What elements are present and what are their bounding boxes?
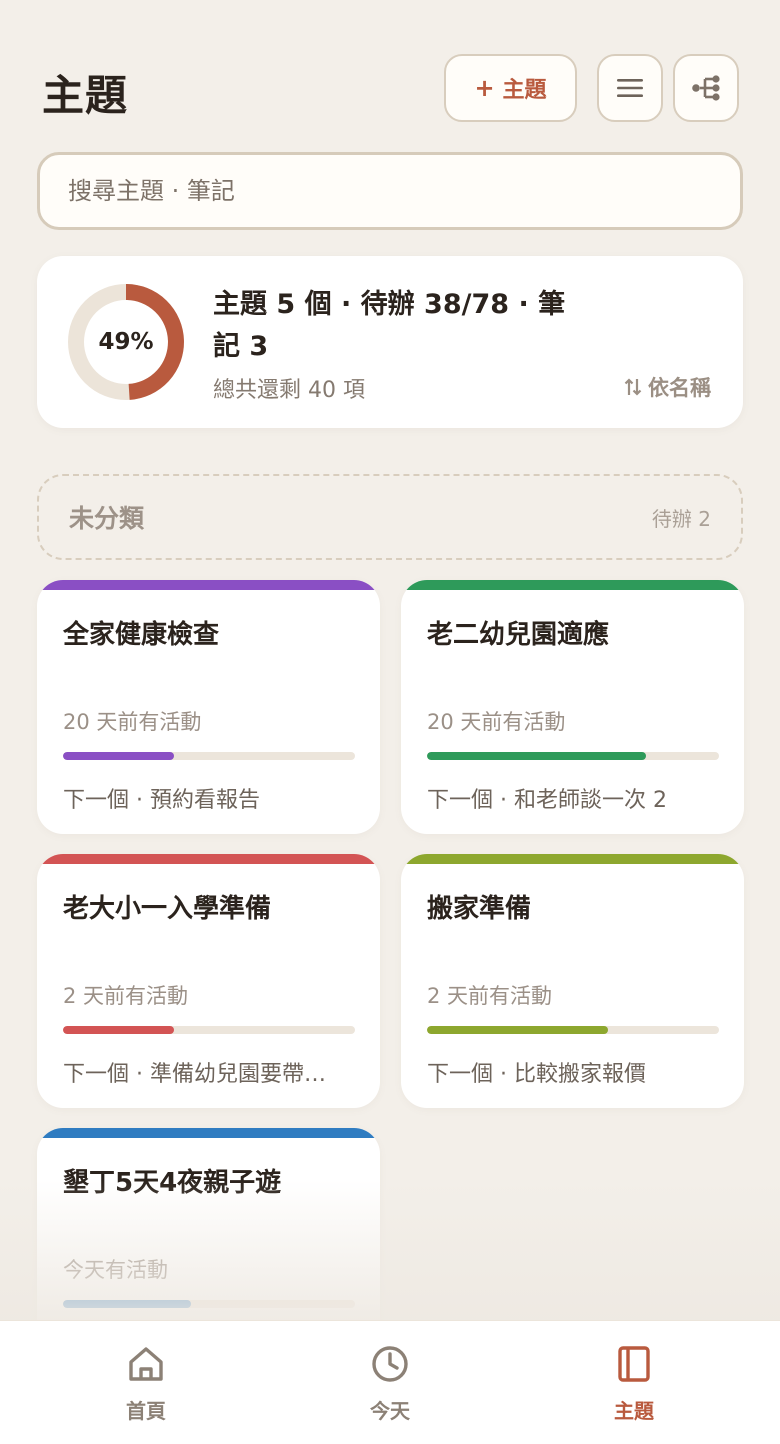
summary-card: 49% 主題 5 個 · 待辦 38/78 · 筆記 3 總共還剩 40 項 依… <box>37 256 743 428</box>
nav-item-today[interactable]: 今天 <box>330 1343 450 1433</box>
topic-next-task: 下一個 · 和老師談一次 2 <box>427 788 667 813</box>
topic-title: 老二幼兒園適應 <box>427 620 610 650</box>
topic-color-bar <box>37 854 380 864</box>
topic-activity: 2 天前有活動 <box>63 984 189 1008</box>
topic-next-task: 下一個 · 比較搬家報價 <box>427 1062 646 1087</box>
summary-stats: 主題 5 個 · 待辦 38/78 · 筆記 3 <box>213 289 566 362</box>
sort-label: 依名稱 <box>648 376 711 400</box>
clock-icon <box>372 1346 408 1382</box>
topic-progress-track <box>427 1026 719 1034</box>
topic-card[interactable]: 搬家準備 2 天前有活動 下一個 · 比較搬家報價 <box>401 854 744 1108</box>
topic-activity: 20 天前有活動 <box>427 710 566 734</box>
list-view-button[interactable] <box>597 54 663 122</box>
tree-view-button[interactable] <box>673 54 739 122</box>
topic-card[interactable]: 老二幼兒園適應 20 天前有活動 下一個 · 和老師談一次 2 <box>401 580 744 834</box>
topic-next-task: 下一個 · 預約看報告 <box>63 788 260 813</box>
search-bar[interactable] <box>37 152 743 230</box>
home-icon <box>129 1347 163 1381</box>
topic-activity: 20 天前有活動 <box>63 710 202 734</box>
search-input[interactable] <box>68 177 712 205</box>
bottom-nav: 首頁 今天 主題 <box>0 1320 780 1444</box>
topic-color-bar <box>37 580 380 590</box>
nav-label-today: 今天 <box>370 1399 410 1423</box>
notebook-icon <box>618 1346 650 1382</box>
topic-progress-track <box>63 752 355 760</box>
sort-button[interactable]: 依名稱 <box>624 372 711 402</box>
topic-color-bar <box>401 854 744 864</box>
uncategorized-section[interactable]: 未分類 待辦 2 <box>37 474 743 560</box>
header: 主題 + 主題 <box>0 0 780 140</box>
tree-icon <box>692 75 720 101</box>
nav-item-home[interactable]: 首頁 <box>86 1343 206 1433</box>
topic-card[interactable]: 老大小一入學準備 2 天前有活動 下一個 · 準備幼兒園要帶… <box>37 854 380 1108</box>
topic-activity: 今天有活動 <box>63 1258 168 1282</box>
topic-activity: 2 天前有活動 <box>427 984 553 1008</box>
topic-progress-fill <box>427 1026 609 1034</box>
menu-icon <box>617 79 643 97</box>
add-topic-button[interactable]: + 主題 <box>444 54 577 122</box>
page-title: 主題 <box>42 71 129 120</box>
add-topic-label: 主題 <box>502 78 547 103</box>
topic-title: 搬家準備 <box>427 894 532 924</box>
topic-color-bar <box>401 580 744 590</box>
topic-progress-track <box>427 752 719 760</box>
uncategorized-count: 待辦 2 <box>651 506 711 531</box>
nav-item-topics[interactable]: 主題 <box>574 1343 694 1433</box>
topic-progress-fill <box>63 1300 192 1308</box>
progress-percent: 49% <box>98 329 154 355</box>
topic-title: 墾丁5天4夜親子遊 <box>63 1168 282 1198</box>
sort-icon <box>624 378 642 396</box>
topic-progress-fill <box>427 752 646 760</box>
topic-next-task: 下一個 · 準備幼兒園要帶… <box>63 1062 326 1087</box>
nav-label-home: 首頁 <box>126 1399 166 1423</box>
topic-progress-track <box>63 1026 355 1034</box>
topic-card[interactable]: 全家健康檢查 20 天前有活動 下一個 · 預約看報告 <box>37 580 380 834</box>
topic-color-bar <box>37 1128 380 1138</box>
uncategorized-title: 未分類 <box>69 504 145 533</box>
plus-icon: + <box>474 74 495 102</box>
topic-title: 全家健康檢查 <box>63 620 220 650</box>
nav-label-topics: 主題 <box>614 1399 654 1423</box>
topic-progress-fill <box>63 752 174 760</box>
topic-progress-track <box>63 1300 355 1308</box>
topic-title: 老大小一入學準備 <box>63 894 272 924</box>
remaining-count: 總共還剩 40 項 <box>213 378 365 403</box>
topic-progress-fill <box>63 1026 174 1034</box>
